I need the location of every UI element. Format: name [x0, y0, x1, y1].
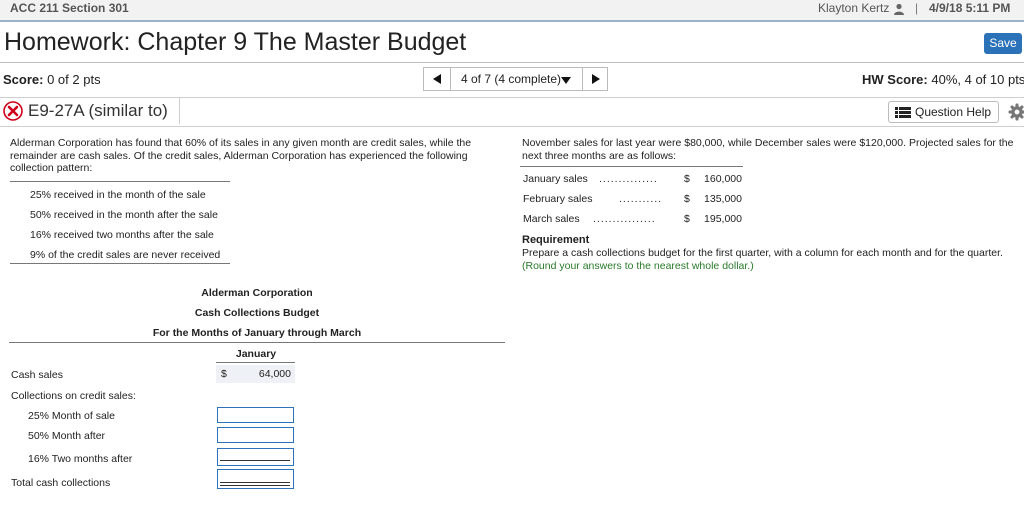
divider [0, 126, 1024, 127]
collection-pattern-item: 50% received in the month after the sale [30, 209, 218, 221]
two-months-after-january-input[interactable] [217, 448, 294, 466]
month-after-january-input[interactable] [217, 427, 294, 443]
requirement-text: Prepare a cash collections budget for th… [522, 247, 1017, 272]
requirement-note: (Round your answers to the nearest whole… [522, 259, 754, 272]
leader-dots: ........... [619, 193, 663, 205]
pattern-top-rule [10, 181, 230, 182]
february-sales-amount: 135,000 [704, 193, 742, 205]
incorrect-icon [3, 101, 23, 121]
collection-pattern-item: 16% received two months after the sale [30, 229, 214, 241]
problem-intro: Alderman Corporation has found that 60% … [10, 137, 472, 174]
gear-icon[interactable] [1008, 103, 1024, 121]
total-double-rule [220, 482, 290, 483]
month-of-sale-january-input[interactable] [217, 407, 294, 423]
company-name: Alderman Corporation [201, 287, 313, 299]
sales-intro: November sales for last year were $80,00… [522, 137, 1014, 162]
score-value: 0 of 2 pts [47, 72, 101, 87]
page-title: Homework: Chapter 9 The Master Budget [4, 28, 467, 56]
leader-dots: ............... [599, 173, 658, 185]
list-icon [895, 107, 911, 118]
month-after-label: 50% Month after [28, 430, 106, 442]
user-icon[interactable] [893, 3, 905, 15]
leader-dots: ................ [593, 213, 656, 225]
requirement-title: Requirement [522, 234, 590, 246]
total-double-rule [220, 485, 290, 486]
march-sales-amount: 195,000 [704, 213, 742, 225]
requirement-body: Prepare a cash collections budget for th… [522, 247, 1003, 259]
collections-label: Collections on credit sales: [11, 390, 136, 402]
previous-question-button[interactable] [423, 67, 451, 91]
total-cash-collections-label: Total cash collections [11, 477, 111, 489]
january-header-rule [216, 362, 295, 363]
arrow-right-icon [592, 74, 600, 84]
header-separator: | [915, 1, 919, 15]
course-name: ACC 211 Section 301 [10, 1, 129, 15]
collection-pattern-item: 9% of the credit sales are never receive… [30, 249, 221, 261]
subtotal-rule [220, 460, 290, 461]
january-sales-label: January sales [523, 173, 588, 185]
cash-sales-label: Cash sales [11, 369, 63, 381]
january-column-header: January [235, 348, 277, 360]
january-sales-amount: 160,000 [704, 173, 742, 185]
dropdown-arrow-icon [561, 77, 571, 84]
question-progress: 4 of 7 (4 complete) [461, 72, 562, 86]
total-cash-collections-january-input[interactable] [217, 469, 294, 489]
next-question-button[interactable] [582, 67, 608, 91]
arrow-left-icon [433, 74, 441, 84]
hw-score: HW Score: 40%, 4 of 10 pts [862, 72, 1024, 87]
cash-sales-january-value: 64,000 [258, 368, 291, 380]
hw-score-value: 40%, 4 of 10 pts [931, 72, 1024, 87]
sales-table-rule [520, 166, 743, 167]
score-label: Score: [3, 72, 44, 87]
march-sales-label: March sales [523, 213, 580, 225]
user-name[interactable]: Klayton Kertz [818, 1, 889, 15]
hw-score-label: HW Score: [862, 72, 928, 87]
february-sales-label: February sales [523, 193, 593, 205]
question-selector[interactable]: 4 of 7 (4 complete) [451, 67, 582, 91]
budget-header-rule [9, 342, 505, 343]
budget-name: Cash Collections Budget [194, 307, 320, 319]
score: Score: 0 of 2 pts [3, 72, 101, 87]
dollar-sign: $ [221, 368, 227, 380]
cash-sales-january-cell: $ 64,000 [216, 365, 295, 383]
divider [0, 62, 1024, 63]
save-button[interactable]: Save [984, 33, 1022, 54]
pattern-bottom-rule [10, 263, 230, 264]
two-months-after-label: 16% Two months after [28, 453, 133, 465]
collection-pattern-item: 25% received in the month of the sale [30, 189, 206, 201]
question-id: E9-27A (similar to) [28, 101, 168, 120]
month-of-sale-label: 25% Month of sale [28, 410, 115, 422]
header-datetime: 4/9/18 5:11 PM [929, 1, 1011, 15]
budget-period: For the Months of January through March [152, 327, 362, 339]
